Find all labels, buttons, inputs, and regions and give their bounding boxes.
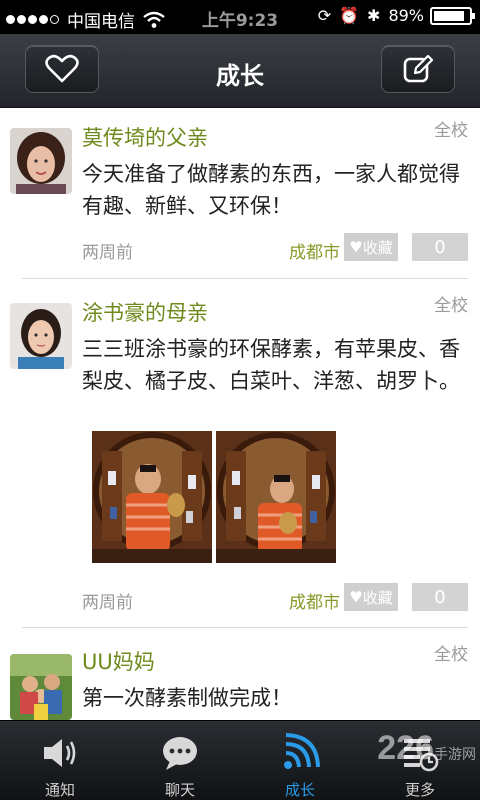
signal-icon — [284, 733, 320, 769]
compose-button[interactable] — [381, 45, 455, 93]
tab-label: 更多 — [404, 781, 435, 799]
watermark-sub: 手游网 — [434, 746, 476, 762]
tab-label: 成长 — [284, 781, 315, 799]
speaker-icon — [44, 739, 76, 767]
tab-label: 聊天 — [164, 781, 195, 799]
divider — [22, 627, 468, 628]
heart-icon: ♥ — [349, 588, 363, 606]
battery-percent: 89% — [388, 6, 424, 25]
site-watermark: 226手游网 — [377, 729, 476, 768]
post-author[interactable]: UU妈妈 — [82, 646, 155, 676]
post-photo[interactable] — [216, 431, 336, 563]
watermark-main: 226 — [377, 729, 434, 767]
avatar[interactable] — [10, 128, 72, 194]
status-right: ⟳ ⏰ ✱ 89% — [310, 6, 475, 25]
post-scope: 全校 — [434, 645, 468, 665]
post-location: 成都市 — [289, 243, 340, 263]
post-content: 三三班涂书豪的环保酵素，有苹果皮、香梨皮、橘子皮、白菜叶、洋葱、胡罗卜。 — [82, 337, 460, 393]
post-time: 两周前 — [82, 593, 133, 613]
tab-label: 通知 — [44, 781, 75, 799]
post-location: 成都市 — [289, 593, 340, 613]
favorite-label: 收藏 — [362, 238, 393, 257]
post-photo[interactable] — [92, 431, 212, 563]
avatar[interactable] — [10, 654, 72, 720]
post-time: 两周前 — [82, 243, 133, 263]
alarm-icon: ⏰ — [339, 6, 360, 25]
bluetooth-icon: ✱ — [367, 6, 381, 25]
nav-bar: 成长 — [0, 34, 480, 108]
rotation-lock-icon: ⟳ — [317, 6, 332, 25]
favorite-button[interactable]: ♥ 收藏 — [344, 583, 398, 611]
post-content: 今天准备了做酵素的东西，一家人都觉得有趣、新鲜、又环保！ — [82, 162, 460, 218]
post-author[interactable]: 莫传埼的父亲 — [82, 122, 208, 152]
avatar[interactable] — [10, 303, 72, 369]
post-scope: 全校 — [434, 296, 468, 316]
favorite-label: 收藏 — [362, 588, 393, 607]
like-count[interactable]: 0 — [412, 583, 468, 611]
favorite-button[interactable]: ♥ 收藏 — [344, 233, 398, 261]
post-content: 第一次酵素制做完成！ — [82, 686, 292, 710]
battery-icon — [430, 6, 475, 25]
compose-icon — [403, 54, 434, 83]
heart-icon: ♥ — [349, 238, 363, 256]
tab-growth[interactable]: 成长 — [240, 721, 360, 800]
post-scope: 全校 — [434, 121, 468, 141]
tab-chat[interactable]: 聊天 — [120, 721, 240, 800]
chat-bubble-icon — [163, 737, 197, 770]
growth-feed[interactable]: 莫传埼的父亲 全校 今天准备了做酵素的东西，一家人都觉得有趣、新鲜、又环保！ 两… — [0, 108, 480, 720]
tab-bar: 通知 聊天 成长 更多 226手游网 — [0, 720, 480, 800]
post-author[interactable]: 涂书豪的母亲 — [82, 297, 208, 327]
like-count[interactable]: 0 — [412, 233, 468, 261]
status-bar: 中国电信 上午9:23 ⟳ ⏰ ✱ 89% — [0, 0, 480, 34]
tab-notifications[interactable]: 通知 — [0, 721, 120, 800]
divider — [22, 278, 468, 279]
